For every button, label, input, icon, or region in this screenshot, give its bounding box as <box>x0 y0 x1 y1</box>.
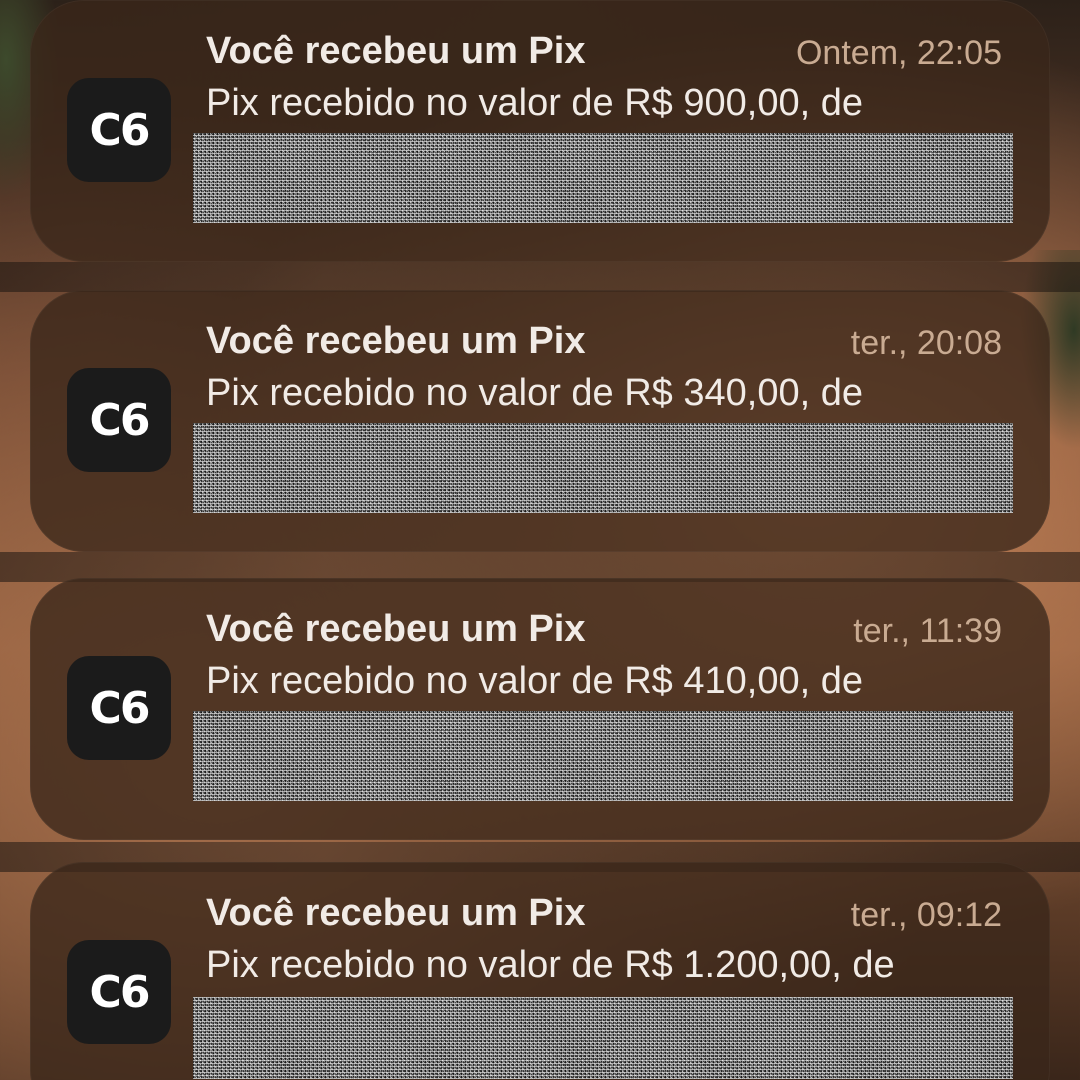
notification-card[interactable]: C6 Você recebeu um Pix ter., 11:39 Pix r… <box>30 578 1050 840</box>
notification-body: Pix recebido no valor de R$ 340,00, de <box>206 372 863 414</box>
c6-app-icon: C6 <box>67 940 171 1044</box>
notification-title: Você recebeu um Pix <box>206 892 586 934</box>
notification-body: Pix recebido no valor de R$ 900,00, de <box>206 82 863 124</box>
notification-title: Você recebeu um Pix <box>206 608 586 650</box>
app-icon-label: C6 <box>89 104 151 156</box>
notification-card[interactable]: C6 Você recebeu um Pix ter., 09:12 Pix r… <box>30 862 1050 1080</box>
notification-title: Você recebeu um Pix <box>206 30 586 72</box>
c6-app-icon: C6 <box>67 656 171 760</box>
notification-title: Você recebeu um Pix <box>206 320 586 362</box>
app-icon-label: C6 <box>89 394 151 446</box>
c6-app-icon: C6 <box>67 78 171 182</box>
notification-card[interactable]: C6 Você recebeu um Pix Ontem, 22:05 Pix … <box>30 0 1050 262</box>
background-band <box>0 262 1080 292</box>
app-icon-label: C6 <box>89 966 151 1018</box>
redacted-sender-area <box>193 997 1013 1079</box>
notification-time: Ontem, 22:05 <box>795 34 1002 72</box>
app-icon-label: C6 <box>89 682 151 734</box>
redacted-sender-area <box>193 711 1013 801</box>
redacted-sender-area <box>193 423 1013 513</box>
c6-app-icon: C6 <box>67 368 171 472</box>
notification-time: ter., 20:08 <box>850 324 1002 362</box>
notification-body: Pix recebido no valor de R$ 410,00, de <box>206 660 863 702</box>
redacted-sender-area <box>193 133 1013 223</box>
notification-card[interactable]: C6 Você recebeu um Pix ter., 20:08 Pix r… <box>30 290 1050 552</box>
notification-time: ter., 09:12 <box>850 896 1002 934</box>
notification-time: ter., 11:39 <box>853 612 1002 650</box>
notification-body: Pix recebido no valor de R$ 1.200,00, de <box>206 944 895 986</box>
